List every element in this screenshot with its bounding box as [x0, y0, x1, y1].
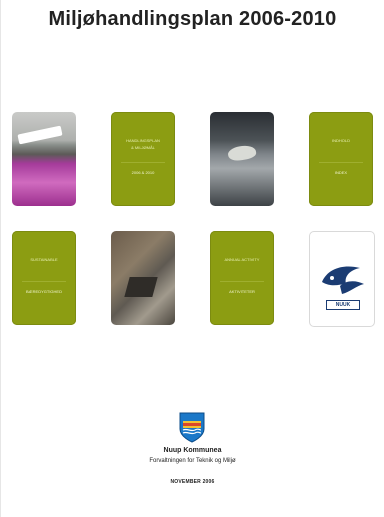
tile-green-3: SUSTAINABLE BÆREDYGTIGHED — [12, 231, 76, 325]
tile-green-1-line2: & MILJØMÅL — [131, 145, 155, 150]
document-title: Miljøhandlingsplan 2006-2010 — [48, 8, 337, 30]
organization-name: Nuup Kommunea — [163, 447, 222, 454]
tile-green-3-line1: SUSTAINABLE — [30, 257, 58, 262]
nuuk-logo-text: NUUK — [326, 300, 360, 310]
bird-shape — [226, 143, 258, 163]
nuuk-logo-tile: NUUK — [309, 231, 375, 327]
photo-bird — [210, 112, 274, 206]
tile-green-1: HANDLINGSPLAN & MILJØMÅL 2006 & 2010 — [111, 112, 175, 206]
photo-house — [111, 231, 175, 325]
tile-green-4-line3: AKTIVITETER — [229, 289, 255, 294]
tile-green-2: INDHOLD INDEX — [309, 112, 373, 206]
house-shape — [124, 277, 158, 297]
tile-green-2-line3: INDEX — [334, 170, 348, 175]
tile-green-2-line1: INDHOLD — [331, 138, 350, 143]
tile-green-1-line3: 2006 & 2010 — [131, 170, 155, 175]
cover-page: Miljøhandlingsplan 2006-2010 HANDLINGSPL… — [0, 0, 384, 517]
document-date: NOVEMBER 2006 — [170, 479, 215, 485]
tile-green-3-line3: BÆREDYGTIGHED — [25, 289, 62, 294]
tile-green-4-divider — [220, 281, 264, 282]
crest-icon — [179, 412, 205, 443]
tile-green-4-line1: ANNUAL ACTIVITY — [224, 257, 260, 262]
fish-logo-icon — [322, 266, 364, 294]
tile-green-1-divider — [121, 162, 165, 163]
tile-green-4: ANNUAL ACTIVITY AKTIVITETER — [210, 231, 274, 325]
tile-green-3-divider — [22, 281, 66, 282]
tile-green-1-line1: HANDLINGSPLAN — [126, 138, 160, 143]
tile-green-2-divider — [319, 162, 363, 163]
boat-shape — [17, 125, 63, 145]
organization-department: Forvaltningen for Teknik og Miljø — [149, 458, 236, 464]
photo-boat-flowers — [12, 112, 76, 206]
